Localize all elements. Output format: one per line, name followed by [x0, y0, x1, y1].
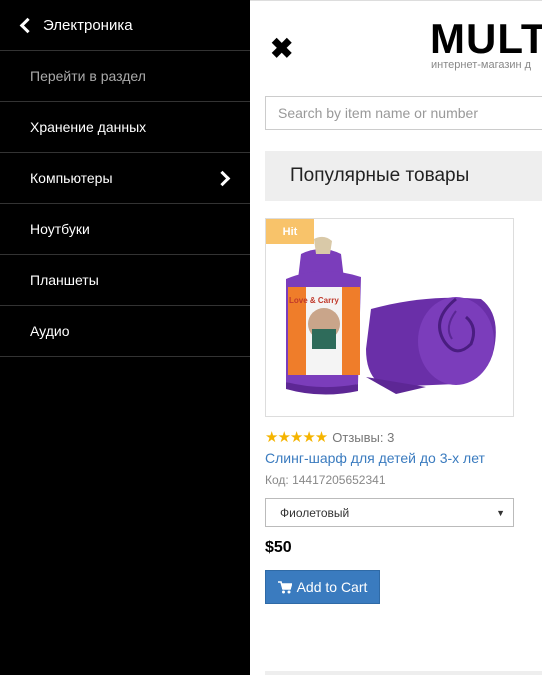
color-select[interactable]: Фиолетовый ▼: [265, 498, 514, 527]
sidebar-item-data-storage[interactable]: Хранение данных: [0, 102, 250, 153]
product-photo: Love & Carry: [286, 236, 496, 395]
section-title: Популярные товары: [265, 151, 542, 201]
reviews-count[interactable]: Отзывы: 3: [332, 430, 394, 445]
add-to-cart-button[interactable]: Add to Cart: [265, 570, 380, 604]
sidebar-item-label: Ноутбуки: [30, 221, 90, 237]
store-logo[interactable]: MULTIS: [430, 15, 542, 63]
color-select-value: Фиолетовый: [280, 505, 350, 520]
hit-badge: Hit: [266, 219, 314, 244]
caret-down-icon: ▼: [496, 507, 505, 518]
sidebar-item-label: Аудио: [30, 323, 70, 339]
sidebar-back-label: Электроника: [43, 16, 133, 34]
chevron-left-icon: [19, 17, 36, 33]
section-title-text: Популярные товары: [290, 165, 470, 186]
search-input[interactable]: Search by item name or number: [265, 96, 542, 130]
package-text: Love & Carry: [289, 296, 339, 305]
close-icon[interactable]: ✖: [270, 35, 293, 63]
star-rating-icon: ★★★★★: [265, 429, 328, 446]
sidebar-item-audio[interactable]: Аудио: [0, 306, 250, 357]
add-to-cart-label: Add to Cart: [296, 579, 368, 595]
category-sidebar: Электроника Перейти в раздел Хранение да…: [0, 0, 250, 675]
sidebar-item-label: Хранение данных: [30, 119, 147, 135]
store-tagline: интернет-магазин д: [431, 59, 532, 71]
sidebar-item-computers[interactable]: Компьютеры: [0, 153, 250, 204]
chevron-right-icon: [214, 170, 231, 186]
product-title-link[interactable]: Слинг-шарф для детей до 3-х лет: [265, 450, 485, 466]
sidebar-item-label: Компьютеры: [30, 170, 113, 186]
product-code: Код: 14417205652341: [265, 473, 386, 487]
sidebar-item-label: Планшеты: [30, 272, 99, 288]
sidebar-item-label: Перейти в раздел: [30, 68, 146, 84]
sidebar-back-button[interactable]: Электроника: [0, 0, 250, 51]
product-price: $50: [265, 539, 292, 556]
cart-icon: [277, 580, 292, 593]
sidebar-item-laptops[interactable]: Ноутбуки: [0, 204, 250, 255]
main-content: ✖ MULTIS интернет-магазин д Search by it…: [250, 0, 542, 675]
sidebar-item-go-to-section[interactable]: Перейти в раздел: [0, 51, 250, 102]
next-section-divider: [265, 671, 542, 675]
product-image[interactable]: Love & Carry Hit: [265, 218, 514, 417]
sidebar-item-tablets[interactable]: Планшеты: [0, 255, 250, 306]
product-rating: ★★★★★ Отзывы: 3: [265, 428, 394, 446]
